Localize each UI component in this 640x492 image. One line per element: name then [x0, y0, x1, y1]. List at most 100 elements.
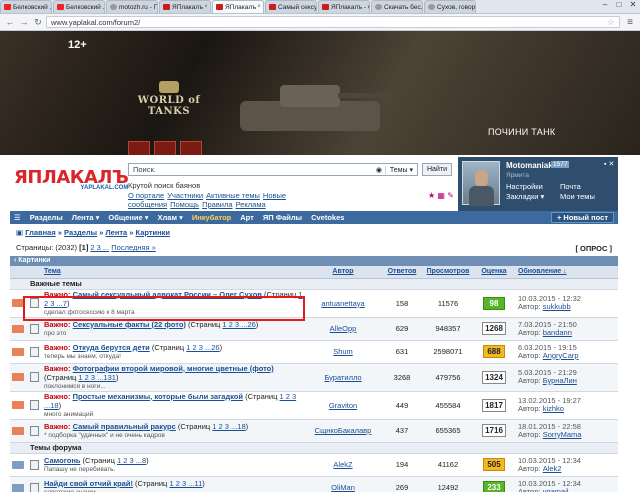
search-input[interactable]: Поиск. ◉ Темы ▾ — [128, 163, 418, 176]
nav-item[interactable]: Хлам ▾ — [158, 213, 183, 222]
topic-link[interactable]: Найди свой отчий край! — [44, 479, 133, 488]
table-row[interactable]: Важно: Самый правильный ракурс (Страниц … — [10, 419, 618, 443]
browser-tab[interactable]: ЯПлакалъ × — [159, 0, 211, 13]
header-link[interactable]: Правила — [202, 200, 232, 209]
table-row[interactable]: Найди свой отчий край! (Страниц 1 2 3 ..… — [10, 476, 618, 492]
nav-item[interactable]: Разделы — [30, 213, 63, 222]
browser-menu-icon[interactable]: ≡ — [624, 17, 636, 28]
updated-author-link[interactable]: vgamail — [543, 487, 569, 492]
nav-item[interactable]: Лента ▾ — [72, 213, 100, 222]
nav-item[interactable]: Инкубатор — [192, 213, 231, 222]
browser-tab[interactable]: Сухов, говоря...× — [424, 0, 476, 13]
header-link[interactable]: Активные темы — [206, 191, 260, 200]
author-link[interactable]: AlleOpp — [304, 317, 382, 341]
nav-item[interactable]: Общение ▾ — [108, 213, 148, 222]
maximize-icon[interactable]: □ — [612, 0, 626, 13]
nav-item[interactable]: Cvetokes — [311, 213, 344, 222]
browser-tab[interactable]: Белковский ...× — [0, 0, 52, 13]
table-row[interactable]: Важно: Фотографии второй мировой, многие… — [10, 363, 618, 392]
reload-icon[interactable]: ↻ — [32, 16, 44, 28]
topic-link[interactable]: Простые механизмы, которые были загадкой — [73, 392, 243, 401]
header-link[interactable]: Участники — [167, 191, 203, 200]
topic-page-links[interactable]: 1 2 3 ...18 — [212, 422, 245, 431]
table-row[interactable]: Важно: Простые механизмы, которые были з… — [10, 391, 618, 420]
user-link[interactable]: Почта — [560, 182, 614, 192]
grid-icon[interactable]: ▦ — [437, 191, 445, 200]
author-link[interactable]: Буратилло — [304, 363, 382, 392]
url-input[interactable]: www.yaplakal.com/forum2/ ☆ — [46, 16, 620, 28]
browser-tab[interactable]: Самый сексуа...× — [265, 0, 317, 13]
table-row[interactable]: Важно: Самый сексуальный адвокат России … — [10, 289, 618, 318]
close-panel-icon[interactable]: ✕ — [608, 161, 614, 168]
updated-author-link[interactable]: bandann — [543, 328, 572, 337]
nav-item[interactable]: ЯП Файлы — [263, 213, 302, 222]
user-link[interactable]: Закладки ▾ — [506, 192, 560, 202]
star-icon[interactable]: ★ — [428, 191, 435, 200]
topic-link[interactable]: Самый сексуальный адвокат России – Олег … — [73, 290, 262, 299]
pin-icon[interactable]: ✎ — [447, 191, 454, 200]
col-author[interactable]: Автор — [304, 266, 382, 279]
topic-link[interactable]: Фотографии второй мировой, многие цветны… — [73, 364, 274, 373]
bookmark-star-icon[interactable]: ☆ — [607, 17, 615, 28]
new-post-button[interactable]: + Новый пост — [550, 212, 614, 223]
rating-badge[interactable]: 1324 — [482, 370, 506, 384]
rating-badge[interactable]: 1716 — [482, 424, 506, 437]
table-row[interactable]: Самогонь (Страниц 1 2 3 ...8) Папашу не п… — [10, 453, 618, 477]
camera-icon[interactable]: ◉ — [373, 166, 385, 174]
browser-tab[interactable]: ЯПлакалъ × — [212, 0, 264, 13]
rating-badge[interactable]: 1817 — [482, 398, 506, 412]
author-link[interactable]: OliMan — [304, 476, 382, 492]
updated-author-link[interactable]: Alek2 — [543, 464, 562, 473]
minimize-panel-icon[interactable]: ▪ — [604, 161, 606, 168]
updated-author-link[interactable]: AngryCarp — [543, 351, 579, 360]
site-logo[interactable]: ЯПЛАКАЛЪ YAPLAKAL.COM — [14, 167, 129, 191]
updated-author-link[interactable]: kizhko — [543, 404, 564, 413]
table-row[interactable]: Важно: Сексуальные факты (22 фото) (Стра… — [10, 317, 618, 341]
header-link[interactable]: Реклама — [236, 200, 266, 209]
topic-link[interactable]: Самый правильный ракурс — [73, 422, 176, 431]
close-window-icon[interactable]: ✕ — [626, 0, 640, 13]
browser-tab[interactable]: ЯПлакалъ - Са...× — [318, 0, 370, 13]
header-link[interactable]: Помощь — [170, 200, 199, 209]
rating-badge[interactable]: 1268 — [482, 322, 506, 335]
search-scope-select[interactable]: Темы ▾ — [384, 165, 417, 174]
col-updated[interactable]: Обновление ↓ — [514, 266, 618, 279]
avatar[interactable] — [462, 161, 500, 206]
topic-page-links[interactable]: 1 2 3 ...131 — [78, 373, 116, 382]
col-rating[interactable]: Оценка — [474, 266, 514, 279]
topic-page-links[interactable]: 1 2 3 ...11 — [169, 479, 202, 488]
col-replies[interactable]: Ответов — [382, 266, 422, 279]
nav-menu-icon[interactable]: ☰ — [14, 213, 21, 222]
browser-tab[interactable]: Белковский ...× — [53, 0, 105, 13]
topic-page-links[interactable]: 1 2 3 ...8 — [117, 456, 146, 465]
topic-page-links[interactable]: 1 2 3 ...26 — [186, 343, 219, 352]
col-views[interactable]: Просмотров — [422, 266, 474, 279]
topic-page-links[interactable]: 1 2 3 ...26 — [222, 320, 255, 329]
updated-author-link[interactable]: БурнаЛин — [543, 376, 577, 385]
user-link[interactable]: Мои темы — [560, 192, 614, 202]
back-icon[interactable]: ← — [4, 16, 16, 28]
author-link[interactable]: СщнкоБакалавр — [304, 419, 382, 443]
table-row[interactable]: Важно: Откуда берутся дети (Страниц 1 2 … — [10, 340, 618, 364]
close-tab-icon[interactable]: × — [256, 4, 261, 10]
poll-button[interactable]: [ ОПРОС ] — [575, 244, 612, 253]
minimize-icon[interactable]: – — [598, 0, 612, 13]
ad-banner[interactable]: 12+ WORLD of TANKS ПОЧИНИ ТАНК — [0, 31, 640, 155]
find-button[interactable]: Найти — [422, 163, 452, 176]
rating-badge[interactable]: 688 — [483, 345, 505, 358]
username[interactable]: Motomaniak — [506, 161, 553, 170]
updated-author-link[interactable]: SorryMama — [543, 430, 582, 439]
author-link[interactable]: Shum — [304, 340, 382, 364]
topic-link[interactable]: Откуда берутся дети — [73, 343, 150, 352]
topic-link[interactable]: Самогонь — [44, 456, 80, 465]
browser-tab[interactable]: motozh.ru - Про...× — [106, 0, 158, 13]
rating-badge[interactable]: 505 — [483, 458, 505, 471]
rating-badge[interactable]: 233 — [483, 481, 505, 492]
author-link[interactable]: Graviton — [304, 391, 382, 420]
author-link[interactable]: AlekZ — [304, 453, 382, 477]
user-link[interactable]: Настройки — [506, 182, 560, 192]
browser-tab[interactable]: Скачать бес...× — [371, 0, 423, 13]
nav-item[interactable]: Арт — [240, 213, 254, 222]
topic-link[interactable]: Сексуальные факты (22 фото) — [73, 320, 186, 329]
forward-icon[interactable]: → — [18, 16, 30, 28]
